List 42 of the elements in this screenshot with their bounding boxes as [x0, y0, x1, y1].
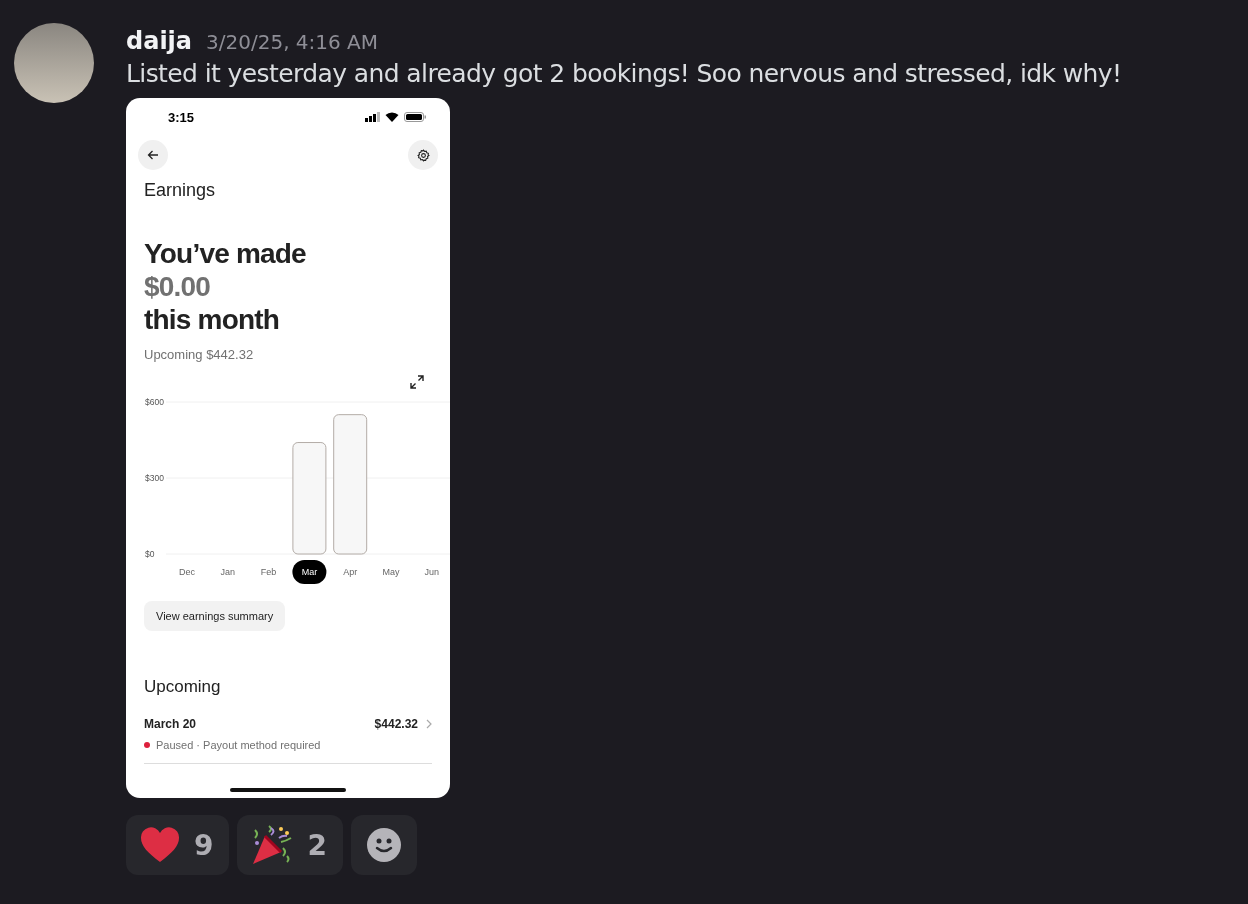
- x-axis-label[interactable]: Feb: [260, 567, 277, 577]
- y-axis-label: $600: [145, 397, 164, 407]
- add-reaction-button[interactable]: [350, 815, 417, 875]
- x-axis-label[interactable]: Mar: [301, 567, 318, 577]
- timestamp: 3/20/25, 4:16 AM: [206, 30, 379, 54]
- battery-icon: [404, 112, 426, 122]
- page-title: Earnings: [144, 180, 217, 201]
- upcoming-total: Upcoming $442.32: [144, 347, 255, 362]
- x-axis-label[interactable]: Apr: [343, 567, 358, 577]
- signal-icon: [365, 112, 380, 122]
- heart-icon: [140, 827, 180, 863]
- settings-button[interactable]: [408, 140, 438, 170]
- phone-screenshot[interactable]: 3:15 Earnings You’ve made $0.00 this month Upcoming $442.32 $0 $300 $600 Dec Jan Feb Mar Apr May Jun View earnings summary Upcoming March 20 $442.32 Paused · Payout method required: [126, 98, 450, 798]
- reaction-button[interactable]: 9: [126, 815, 230, 875]
- wifi-icon: [385, 112, 399, 122]
- x-axis-label[interactable]: Jan: [220, 567, 236, 577]
- section-heading: Upcoming: [144, 677, 222, 697]
- headline-line: $0.00: [144, 270, 212, 303]
- x-axis-label[interactable]: Dec: [179, 567, 195, 577]
- reaction-count: 2: [307, 828, 327, 862]
- payout-status: Paused · Payout method required: [156, 739, 321, 751]
- x-axis-label[interactable]: Jun: [424, 567, 440, 577]
- reaction-button[interactable]: 2: [237, 815, 343, 875]
- payout-amount: $442.32: [374, 717, 418, 731]
- settings-icon: [416, 148, 430, 162]
- y-axis-label: $300: [145, 473, 164, 483]
- party-popper-icon: [251, 824, 294, 866]
- reaction-count: 9: [194, 828, 214, 862]
- message-text: Listed it yesterday and already got 2 bookings! Soo nervous and stressed, idk why!: [126, 59, 1122, 88]
- back-arrow-icon: [147, 149, 159, 161]
- y-axis-label: $0: [145, 549, 155, 559]
- selected-month-pill[interactable]: [292, 560, 327, 584]
- expand-icon: [410, 375, 424, 389]
- headline-line: this month: [144, 303, 281, 336]
- headline-line: You’ve made: [144, 237, 307, 270]
- back-button[interactable]: [138, 140, 168, 170]
- x-axis-label[interactable]: May: [382, 567, 400, 577]
- username[interactable]: daija: [126, 27, 193, 55]
- smiley-icon: [366, 828, 401, 862]
- view-earnings-summary-button[interactable]: View earnings summary: [144, 601, 286, 631]
- payout-date: March 20: [144, 717, 198, 731]
- status-time: 3:15: [168, 109, 195, 125]
